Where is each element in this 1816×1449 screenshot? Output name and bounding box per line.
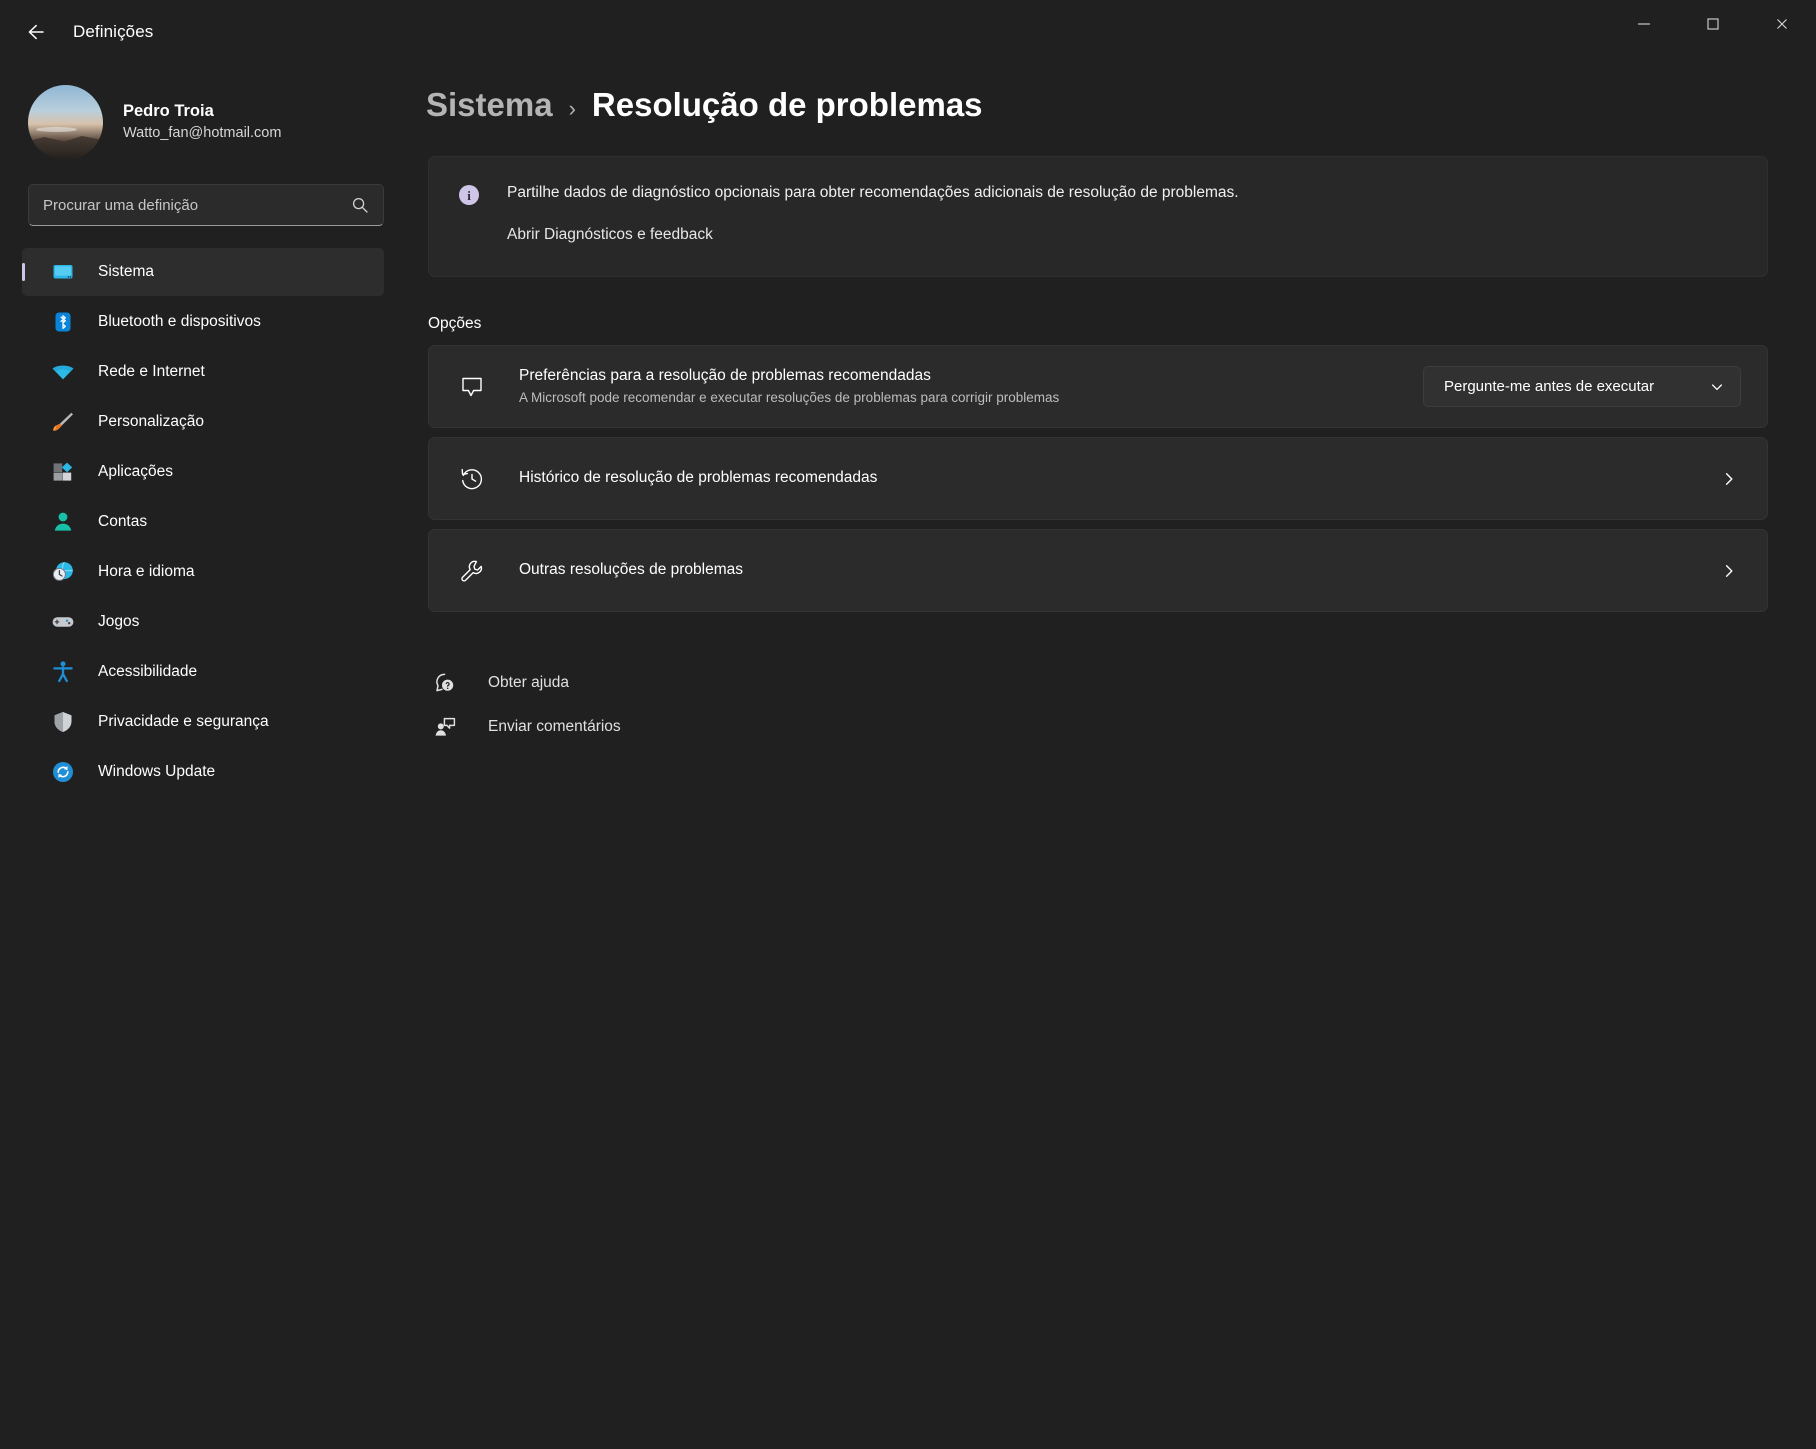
search-icon	[351, 196, 369, 214]
info-icon: i	[459, 185, 479, 205]
sidebar-item-acessibilidade[interactable]: Acessibilidade	[22, 648, 384, 696]
breadcrumb-parent[interactable]: Sistema	[426, 86, 553, 124]
profile-email: Watto_fan@hotmail.com	[123, 125, 282, 142]
sidebar-item-label: Jogos	[98, 613, 140, 630]
sidebar-item-rede[interactable]: Rede e Internet	[22, 348, 384, 396]
minimize-button[interactable]	[1609, 0, 1678, 47]
sidebar: Pedro Troia Watto_fan@hotmail.com Procur…	[0, 64, 406, 1449]
sidebar-item-contas[interactable]: Contas	[22, 498, 384, 546]
back-button[interactable]	[14, 11, 56, 53]
maximize-icon	[1705, 16, 1721, 32]
get-help-link[interactable]: Obter ajuda	[428, 661, 1768, 705]
card-title: Outras resoluções de problemas	[519, 561, 744, 579]
sidebar-item-sistema[interactable]: Sistema	[22, 248, 384, 296]
person-icon	[50, 509, 76, 535]
profile-name: Pedro Troia	[123, 101, 214, 120]
feedback-person-icon	[432, 714, 458, 740]
update-refresh-icon	[50, 759, 76, 785]
footer-link-label: Obter ajuda	[488, 674, 569, 691]
sidebar-item-label: Acessibilidade	[98, 663, 198, 680]
footer-links: Obter ajuda Enviar comentários	[428, 661, 1768, 749]
sidebar-item-label: Bluetooth e dispositivos	[98, 313, 261, 330]
main-content: Sistema › Resolução de problemas i Parti…	[406, 64, 1816, 1449]
sidebar-item-jogos[interactable]: Jogos	[22, 598, 384, 646]
window-body: Pedro Troia Watto_fan@hotmail.com Procur…	[0, 64, 1816, 1449]
chevron-right-icon	[1713, 471, 1745, 487]
accessibility-icon	[50, 659, 76, 685]
sidebar-item-windows-update[interactable]: Windows Update	[22, 748, 384, 796]
card-subtitle: A Microsoft pode recomendar e executar r…	[519, 389, 1060, 405]
send-feedback-link[interactable]: Enviar comentários	[428, 705, 1768, 749]
page-title: Resolução de problemas	[591, 86, 983, 123]
app-title: Definições	[73, 22, 154, 41]
maximize-button[interactable]	[1678, 0, 1747, 47]
apps-icon	[50, 459, 76, 485]
history-clock-icon	[457, 464, 487, 494]
sidebar-item-label: Rede e Internet	[98, 363, 205, 380]
sidebar-item-label: Windows Update	[98, 763, 216, 780]
footer-link-label: Enviar comentários	[488, 718, 621, 735]
settings-window: Definições Pedro Troia Watto_fan@hotmail…	[0, 0, 1816, 1449]
monitor-icon	[50, 259, 76, 285]
help-question-icon	[432, 670, 458, 696]
clock-globe-icon	[50, 559, 76, 585]
open-diagnostics-link[interactable]: Abrir Diagnósticos e feedback	[507, 226, 1737, 244]
sidebar-item-label: Aplicações	[98, 463, 173, 480]
options-section-title: Opções	[428, 315, 482, 332]
chevron-down-icon	[1710, 380, 1724, 394]
gamepad-icon	[50, 609, 76, 635]
sidebar-item-label: Personalização	[98, 413, 204, 430]
card-title: Preferências para a resolução de problem…	[519, 366, 931, 384]
chevron-right-icon	[1713, 563, 1745, 579]
search-box[interactable]	[28, 184, 384, 226]
minimize-icon	[1636, 16, 1652, 32]
sidebar-item-personalizacao[interactable]: Personalização	[22, 398, 384, 446]
arrow-left-icon	[24, 21, 46, 43]
paintbrush-icon	[50, 409, 76, 435]
profile-block[interactable]: Pedro Troia Watto_fan@hotmail.com	[0, 74, 406, 170]
card-troubleshooting-history[interactable]: Histórico de resolução de problemas reco…	[428, 437, 1768, 520]
breadcrumb-separator: ›	[568, 96, 576, 121]
close-icon	[1774, 16, 1790, 32]
card-title: Histórico de resolução de problemas reco…	[519, 469, 878, 487]
wifi-icon	[50, 359, 76, 385]
sidebar-item-aplicacoes[interactable]: Aplicações	[22, 448, 384, 496]
window-controls	[1609, 0, 1816, 47]
callout-bubble-icon	[457, 372, 487, 402]
shield-icon	[50, 709, 76, 735]
bluetooth-icon	[50, 309, 76, 335]
dropdown-selected-value: Pergunte-me antes de executar	[1444, 378, 1655, 395]
wrench-icon	[457, 556, 487, 586]
sidebar-item-label: Privacidade e segurança	[98, 713, 269, 730]
sidebar-nav: Sistema Bluetooth e dispositivos Rede e …	[0, 248, 406, 796]
troubleshooting-preference-dropdown[interactable]: Pergunte-me antes de executar	[1423, 366, 1741, 407]
card-troubleshooting-preferences[interactable]: Preferências para a resolução de problem…	[428, 345, 1768, 428]
breadcrumb: Sistema › Resolução de problemas	[420, 64, 1768, 156]
card-other-troubleshooters[interactable]: Outras resoluções de problemas	[428, 529, 1768, 612]
banner-text: Partilhe dados de diagnóstico opcionais …	[507, 184, 1239, 201]
sidebar-item-label: Contas	[98, 513, 148, 530]
sidebar-item-hora-idioma[interactable]: Hora e idioma	[22, 548, 384, 596]
sidebar-item-privacidade[interactable]: Privacidade e segurança	[22, 698, 384, 746]
diagnostics-banner: i Partilhe dados de diagnóstico opcionai…	[428, 156, 1768, 277]
title-bar: Definições	[0, 0, 1816, 64]
search-input[interactable]	[29, 196, 383, 214]
sidebar-item-label: Sistema	[98, 263, 154, 280]
sidebar-item-bluetooth[interactable]: Bluetooth e dispositivos	[22, 298, 384, 346]
close-button[interactable]	[1747, 0, 1816, 47]
sidebar-item-label: Hora e idioma	[98, 563, 195, 580]
avatar	[28, 84, 103, 160]
